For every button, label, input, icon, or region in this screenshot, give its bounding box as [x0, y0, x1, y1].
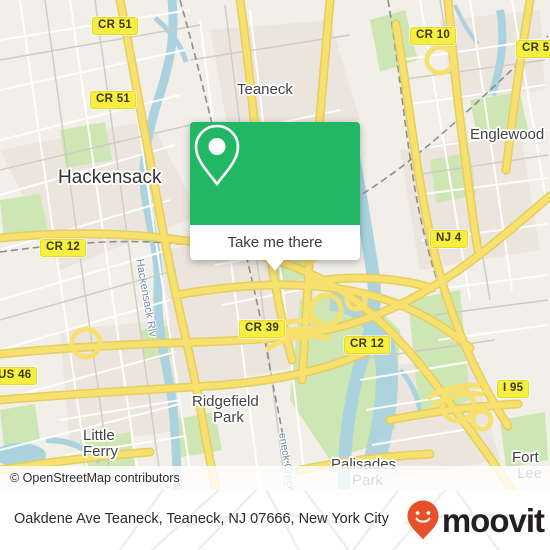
osm-attribution-text: © OpenStreetMap contributors [10, 471, 180, 485]
road-shield-cr-12: CR 12 [40, 239, 87, 258]
take-me-there-label: Take me there [227, 234, 323, 251]
road-shield-i-95: I 95 [497, 380, 530, 399]
footer-content: Oakdene Ave Teaneck, Teaneck, NJ 07666, … [0, 490, 550, 550]
destination-popup[interactable]: Take me there [190, 122, 360, 271]
moovit-wordmark: moovit [441, 501, 545, 539]
road-shield-cr-12: CR 12 [344, 336, 391, 355]
road-shield-cr-10: CR 10 [410, 27, 457, 46]
road-shield-cr-51: CR 51 [90, 91, 137, 110]
moovit-smiley-pin-icon [407, 500, 439, 540]
popup-pointer-tail [266, 260, 284, 271]
address-label: Oakdene Ave Teaneck, Teaneck, NJ 07666, … [14, 511, 389, 528]
footer-bar: Oakdene Ave Teaneck, Teaneck, NJ 07666, … [0, 490, 550, 550]
take-me-there-button[interactable]: Take me there [190, 225, 360, 260]
map-pin-icon [194, 124, 240, 187]
road-shield-cr-501: CR 501 [516, 40, 550, 59]
osm-attribution[interactable]: © OpenStreetMap contributors [0, 466, 550, 490]
popup-image-area [190, 122, 360, 225]
road-shield-us-46: US 46 [0, 367, 38, 386]
map-canvas[interactable]: Teaneck Hackensack Englewood Ridgefield Park… [0, 0, 550, 490]
road-shield-cr-39: CR 39 [239, 320, 286, 339]
road-shield-nj-4: NJ 4 [430, 230, 468, 249]
moovit-map-card: Teaneck Hackensack Englewood Ridgefield Park… [0, 0, 550, 550]
moovit-brand[interactable]: moovit [406, 499, 545, 541]
road-shield-cr-51: CR 51 [92, 17, 139, 36]
